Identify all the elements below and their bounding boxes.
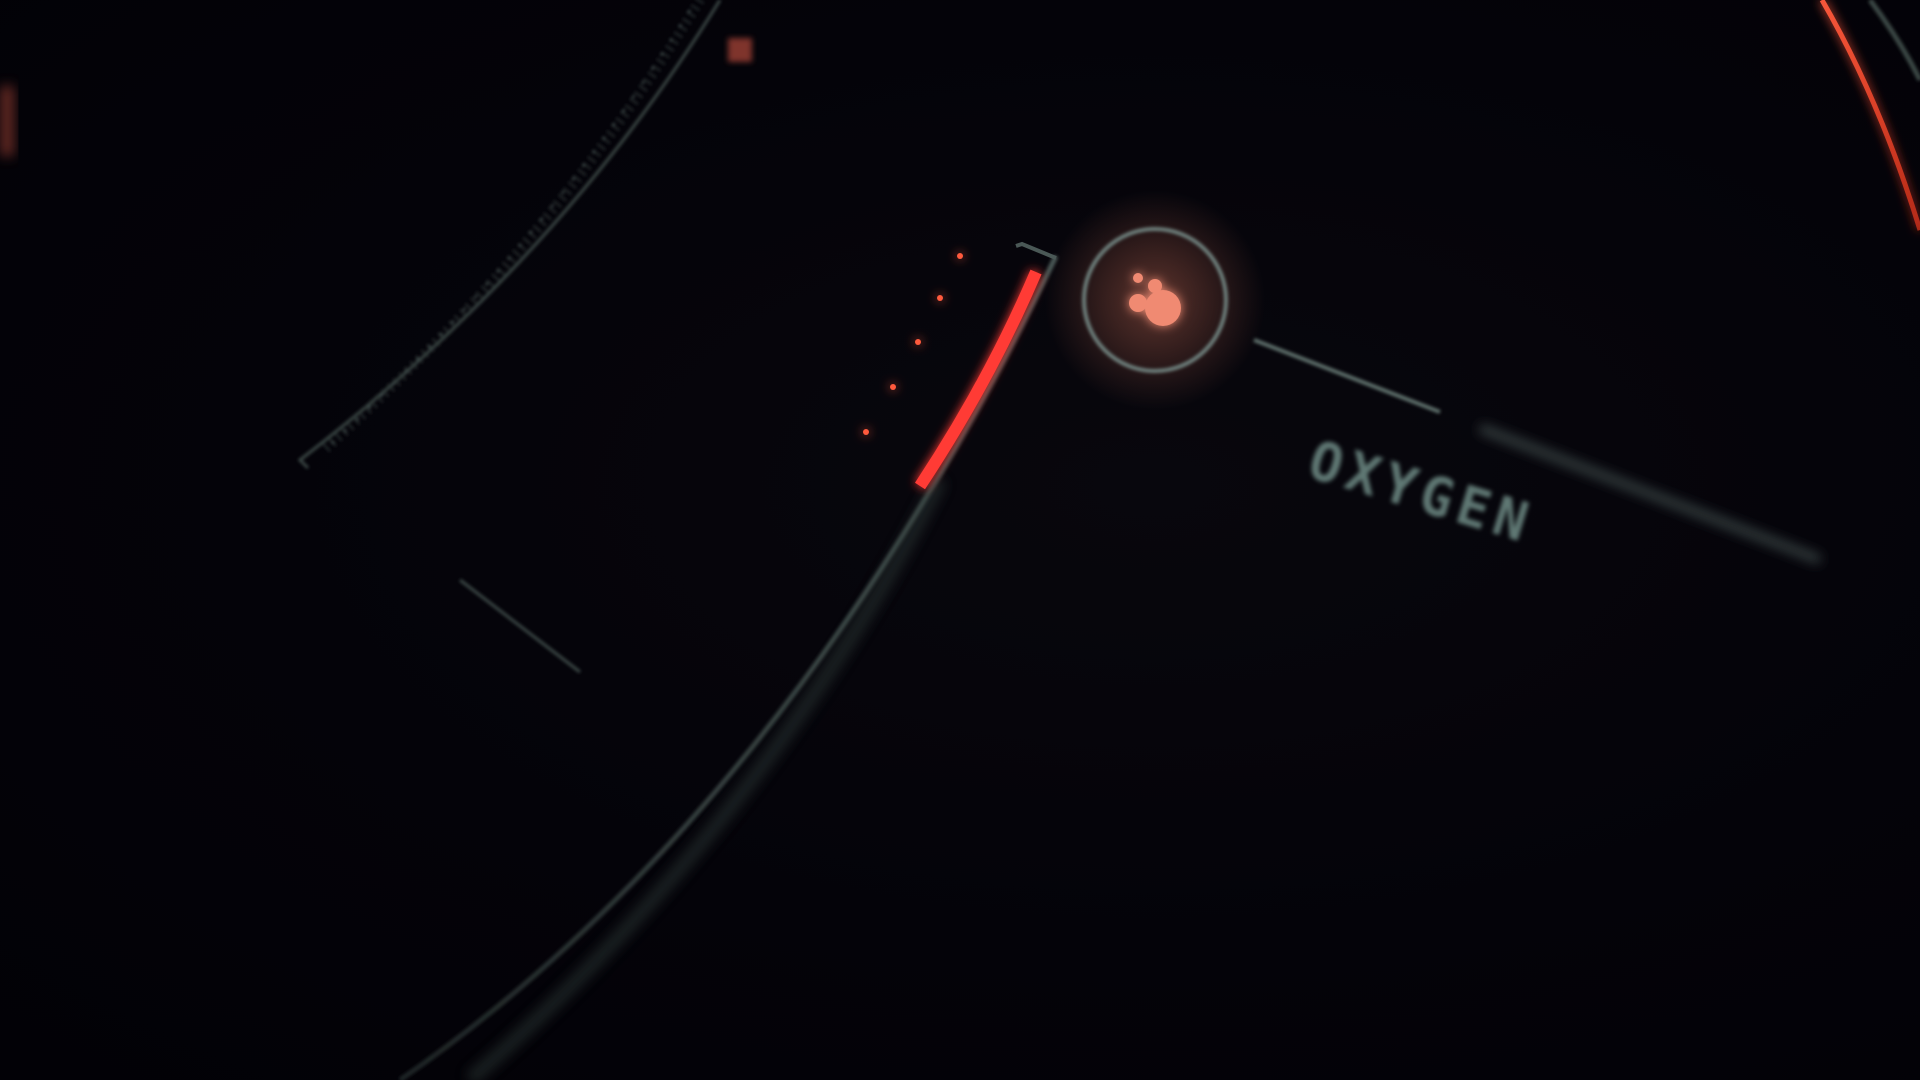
corner-indicator (728, 38, 752, 62)
oxygen-gauge-panel (0, 0, 1920, 1080)
edge-frame-arc (1867, 0, 1920, 82)
level-dot (863, 429, 869, 435)
tick-scale-arc (297, 0, 722, 470)
level-dot (937, 295, 943, 301)
oxygen-icon-badge (1045, 190, 1265, 410)
gauge-arc (398, 254, 1059, 1080)
oxygen-level-fill (914, 269, 1042, 490)
hud-scene: OXYGEN (0, 0, 1920, 1080)
level-dot (957, 253, 963, 259)
label-leader-line (1253, 338, 1441, 414)
gauge-arc-outer (465, 476, 947, 1080)
level-dot (915, 339, 921, 345)
gauge-arc-cap (1015, 241, 1057, 260)
edge-flare-arc (1819, 0, 1920, 231)
divider-line (459, 578, 581, 674)
edge-indicator (0, 86, 14, 156)
level-dots (863, 253, 963, 435)
level-dot (890, 384, 896, 390)
